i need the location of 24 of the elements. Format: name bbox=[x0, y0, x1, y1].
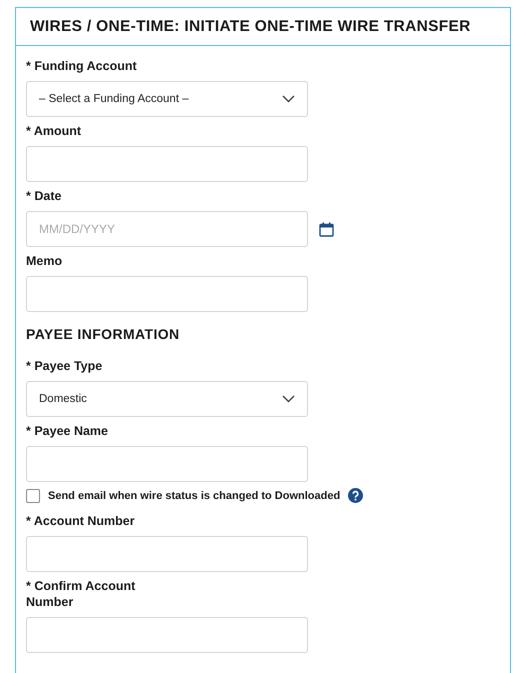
input-field[interactable] bbox=[26, 536, 308, 572]
section-heading: PAYEE INFORMATION bbox=[26, 326, 181, 342]
input-field[interactable] bbox=[26, 276, 308, 312]
field-label: * Payee Type bbox=[26, 358, 104, 374]
field-label: * Date bbox=[26, 188, 62, 204]
select-field[interactable]: Domestic bbox=[26, 381, 308, 417]
chevron-down-icon bbox=[282, 395, 295, 403]
date-field[interactable]: MM/DD/YYYY bbox=[26, 211, 308, 247]
input-field[interactable] bbox=[26, 446, 308, 482]
field-label: * Account Number bbox=[26, 513, 136, 529]
page-title: WIRES / ONE-TIME: INITIATE ONE-TIME WIRE TRANSFER bbox=[30, 18, 471, 36]
checkbox[interactable] bbox=[26, 488, 40, 502]
checkbox-label: Send email when wire status is changed to Downloaded bbox=[48, 490, 340, 502]
input-field[interactable] bbox=[26, 146, 308, 182]
select-field[interactable]: – Select a Funding Account – bbox=[26, 81, 308, 117]
field-label: * Funding Account bbox=[26, 58, 138, 74]
calendar-icon[interactable] bbox=[319, 222, 334, 236]
field-label: * Confirm Account Number bbox=[26, 578, 136, 610]
field-label: * Payee Name bbox=[26, 423, 110, 439]
chevron-down-icon bbox=[282, 95, 295, 103]
input-field[interactable] bbox=[26, 617, 308, 653]
field-label: Memo bbox=[26, 253, 64, 269]
field-label: * Amount bbox=[26, 123, 82, 139]
help-icon[interactable] bbox=[348, 488, 364, 503]
